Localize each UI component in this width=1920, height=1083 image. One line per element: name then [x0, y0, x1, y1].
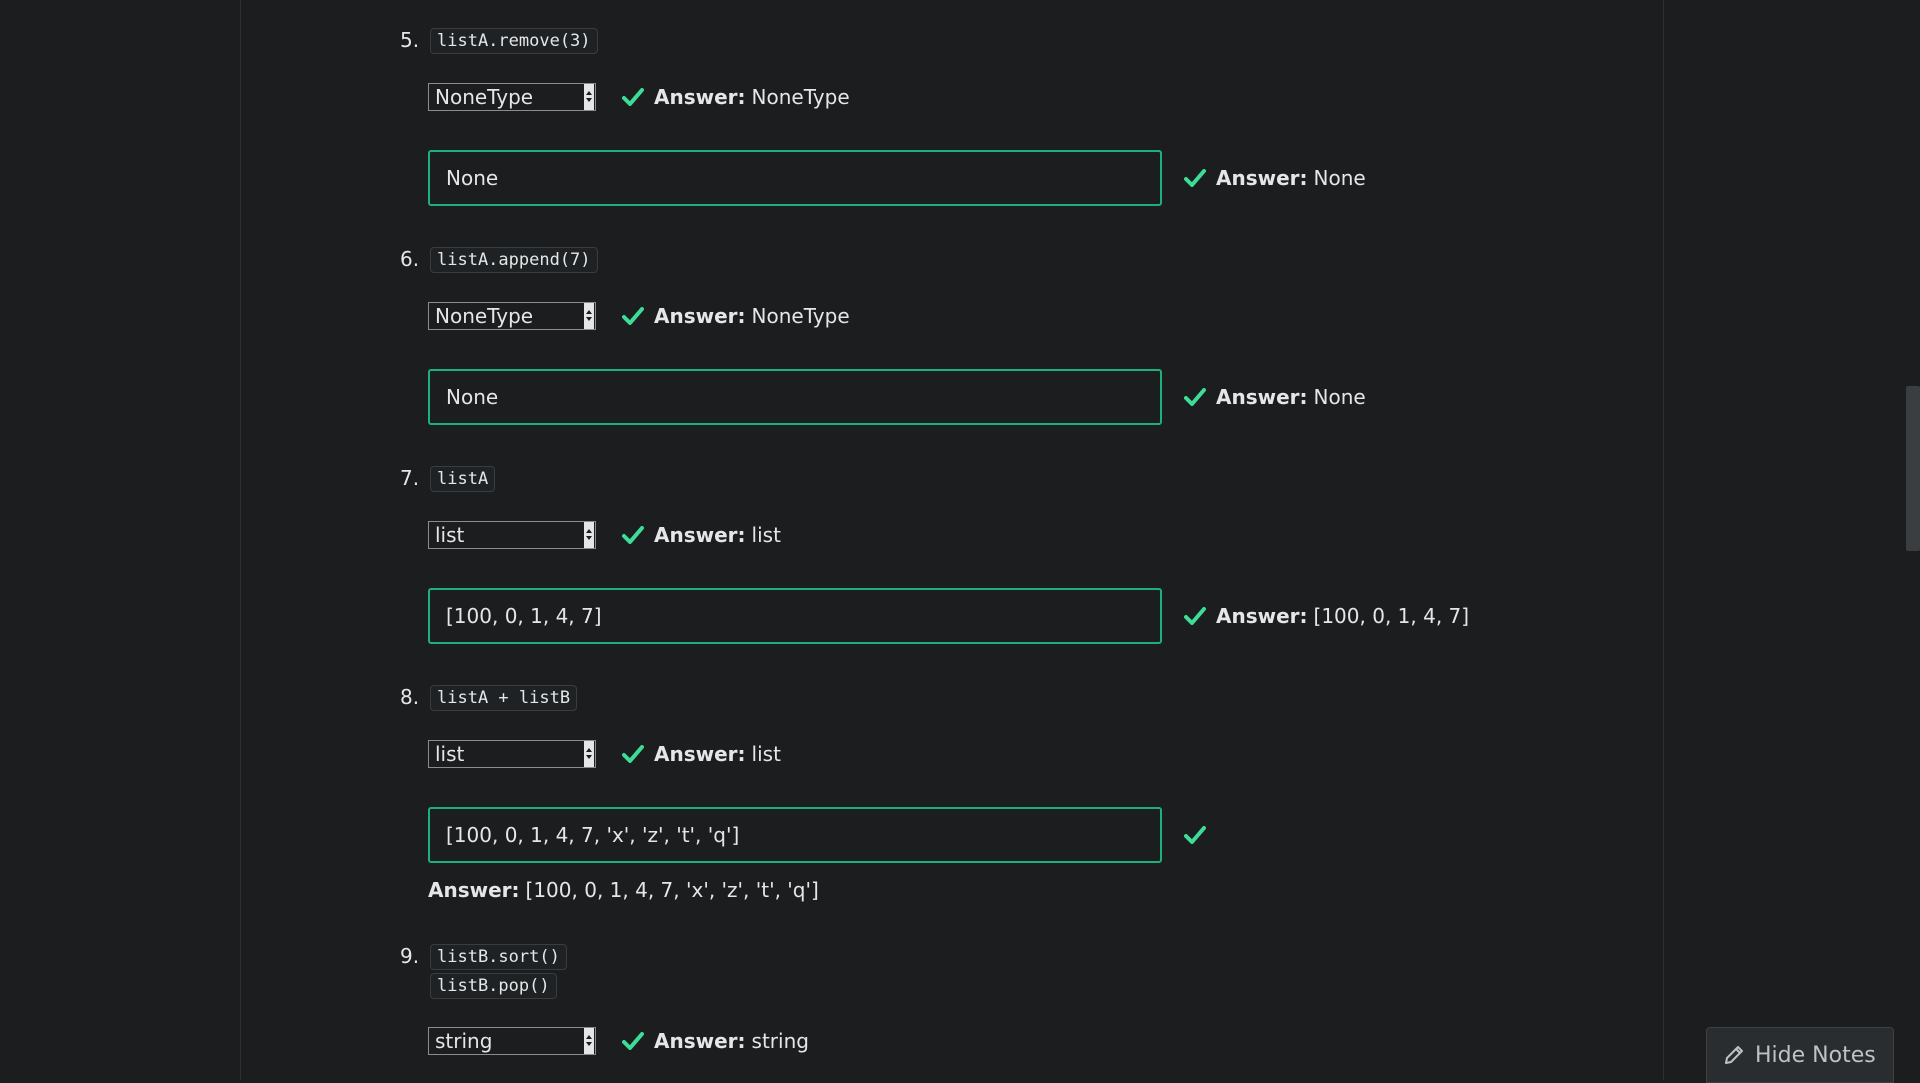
value-answer: Answer: None	[1184, 369, 1366, 425]
checkmark-icon	[622, 307, 644, 325]
type-select[interactable]: list	[428, 740, 596, 768]
code-snippet: listA.remove(3)	[430, 28, 598, 54]
type-select[interactable]: NoneType	[428, 302, 596, 330]
type-select-value: list	[435, 523, 465, 547]
hide-notes-button[interactable]: Hide Notes	[1706, 1027, 1894, 1083]
value-input[interactable]: None	[428, 150, 1162, 206]
value-input[interactable]: [100, 0, 1, 4, 7]	[428, 588, 1162, 644]
checkmark-icon	[1184, 388, 1206, 406]
question-number: 9.	[400, 944, 420, 968]
checkmark-icon	[1184, 607, 1206, 625]
hide-notes-label: Hide Notes	[1755, 1042, 1876, 1068]
value-answer: Answer: None	[1184, 150, 1366, 206]
type-answer: Answer: NoneType	[622, 83, 850, 111]
code-snippet: listA	[430, 466, 496, 492]
value-answer: Answer: [100, 0, 1, 4, 7, 'x', 'z', 't', …	[428, 878, 819, 902]
checkmark-icon	[622, 1032, 644, 1050]
select-arrow-icon	[584, 522, 594, 548]
select-arrow-icon	[584, 84, 594, 110]
question-number: 7.	[400, 466, 420, 490]
checkmark-icon	[622, 526, 644, 544]
pencil-icon	[1725, 1046, 1743, 1064]
code-snippet: listA + listB	[430, 685, 578, 711]
value-answer: Answer: [100, 0, 1, 4, 7]	[1184, 588, 1469, 644]
type-select[interactable]: NoneType	[428, 83, 596, 111]
type-select-value: string	[435, 1029, 493, 1053]
type-answer: Answer: list	[622, 740, 781, 768]
select-arrow-icon	[584, 303, 594, 329]
question-number: 6.	[400, 247, 420, 271]
content-left-border	[240, 0, 241, 1080]
checkmark-icon	[1184, 169, 1206, 187]
select-arrow-icon	[584, 741, 594, 767]
checkmark-icon	[622, 88, 644, 106]
type-select[interactable]: string	[428, 1027, 596, 1055]
type-select-value: NoneType	[435, 85, 534, 109]
question-number: 8.	[400, 685, 420, 709]
type-select-value: NoneType	[435, 304, 534, 328]
type-select[interactable]: list	[428, 521, 596, 549]
type-answer: Answer: string	[622, 1027, 809, 1055]
question-number: 5.	[400, 28, 420, 52]
value-input[interactable]: None	[428, 369, 1162, 425]
code-snippet: listB.sort()	[430, 944, 567, 970]
code-snippet: listA.append(7)	[430, 247, 598, 273]
value-correct-mark	[1184, 807, 1216, 863]
scrollbar-thumb[interactable]	[1906, 386, 1920, 551]
content-right-border	[1663, 0, 1664, 1080]
type-select-value: list	[435, 742, 465, 766]
code-snippet: listB.pop()	[430, 973, 557, 999]
checkmark-icon	[1184, 826, 1206, 844]
value-input[interactable]: [100, 0, 1, 4, 7, 'x', 'z', 't', 'q']	[428, 807, 1162, 863]
select-arrow-icon	[584, 1028, 594, 1054]
type-answer: Answer: NoneType	[622, 302, 850, 330]
type-answer: Answer: list	[622, 521, 781, 549]
checkmark-icon	[622, 745, 644, 763]
